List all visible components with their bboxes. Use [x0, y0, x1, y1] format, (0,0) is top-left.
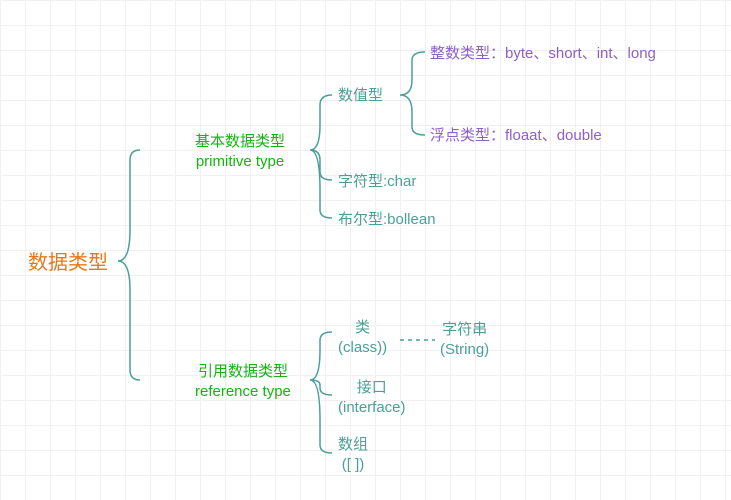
class-node: 类 (class))	[338, 318, 387, 357]
integer-node: 整数类型：byte、short、int、long	[430, 44, 656, 64]
string-en: (String)	[440, 340, 489, 360]
float-node: 浮点类型：floaat、double	[430, 126, 602, 146]
interface-cn: 接口	[338, 378, 406, 398]
array-cn: 数组	[338, 435, 368, 455]
string-node: 字符串 (String)	[440, 320, 489, 359]
interface-en: (interface)	[338, 398, 406, 418]
class-en: (class))	[338, 338, 387, 358]
primitive-cn: 基本数据类型	[195, 132, 285, 152]
class-cn: 类	[338, 318, 387, 338]
string-cn: 字符串	[440, 320, 489, 340]
reference-en: reference type	[195, 382, 291, 402]
primitive-node: 基本数据类型 primitive type	[195, 132, 285, 171]
reference-cn: 引用数据类型	[195, 362, 291, 382]
root-node: 数据类型	[28, 250, 108, 276]
char-node: 字符型:char	[338, 172, 416, 192]
array-node: 数组 ([ ])	[338, 435, 368, 474]
array-en: ([ ])	[338, 455, 368, 475]
primitive-en: primitive type	[195, 152, 285, 172]
bool-node: 布尔型:bollean	[338, 210, 436, 230]
reference-node: 引用数据类型 reference type	[195, 362, 291, 401]
interface-node: 接口 (interface)	[338, 378, 406, 417]
grid-background	[0, 0, 731, 500]
numeric-node: 数值型	[338, 86, 383, 106]
